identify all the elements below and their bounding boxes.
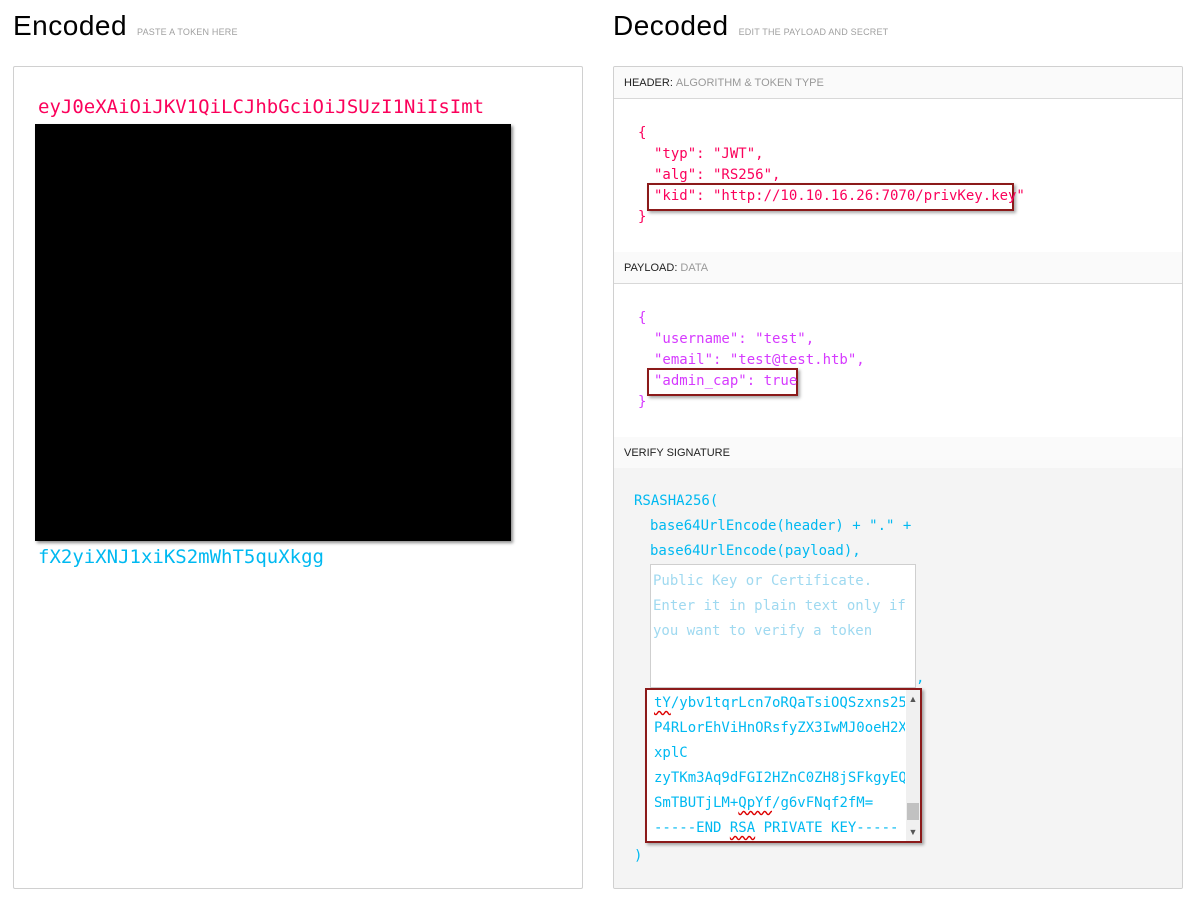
privkey-line: P4RLorEhViHnORsfyZX3IwMJ0oeH2X <box>654 720 905 736</box>
token-header-segment[interactable]: eyJ0eXAiOiJKV1QiLCJhbGciOiJSUzI1NiIsImt <box>38 96 484 118</box>
header-json-editor[interactable]: { "typ": "JWT", "alg": "RS256", "kid": "… <box>614 99 1182 253</box>
payload-section-title: PAYLOAD: DATA <box>614 252 1182 284</box>
privkey-line: -----END RSA PRIVATE KEY----- <box>654 820 899 836</box>
encoded-token-editor[interactable]: eyJ0eXAiOiJKV1QiLCJhbGciOiJSUzI1NiIsImt … <box>13 66 583 889</box>
scrollbar-thumb[interactable] <box>907 803 919 820</box>
verify-signature-body: RSASHA256( base64UrlEncode(header) + "."… <box>614 468 1182 888</box>
verify-arg-payload: base64UrlEncode(payload), <box>650 543 861 559</box>
privkey-line: xplC <box>654 745 688 761</box>
header-close-brace: } <box>638 209 647 225</box>
header-kid-line[interactable]: "kid": "http://10.10.16.26:7070/privKey.… <box>654 186 1025 207</box>
verify-function-name: RSASHA256( <box>634 493 719 509</box>
decoded-hint: EDIT THE PAYLOAD AND SECRET <box>738 27 889 37</box>
private-key-text[interactable]: tY/ybv1tqrLcn7oRQaTsiOQSzxns25 P4RLorEhVi… <box>651 691 905 841</box>
verify-close-paren: ) <box>634 848 643 864</box>
payload-label: PAYLOAD: <box>624 262 678 274</box>
verify-section-title: VERIFY SIGNATURE <box>614 437 1182 469</box>
header-label: HEADER: <box>624 77 673 89</box>
payload-open-brace: { <box>638 310 647 326</box>
payload-admin-cap-line[interactable]: "admin_cap": true <box>654 371 797 392</box>
decoded-title-group: Decoded EDIT THE PAYLOAD AND SECRET <box>613 10 888 42</box>
scroll-up-arrow-icon[interactable]: ▲ <box>906 692 920 706</box>
payload-username-line[interactable]: "username": "test", <box>654 329 814 350</box>
privkey-line-rest: /ybv1tqrLcn7oRQaTsiOQSzxns25 <box>670 695 905 711</box>
privkey-line: tY/ybv1tqrLcn7oRQaTsiOQSzxns25 <box>654 691 905 716</box>
public-key-input[interactable] <box>650 564 916 688</box>
decoded-title: Decoded <box>613 10 729 41</box>
payload-json-editor[interactable]: { "username": "test", "email": "test@tes… <box>614 284 1182 438</box>
encoded-hint: PASTE A TOKEN HERE <box>137 27 238 37</box>
private-key-scrollbar[interactable]: ▲ ▼ <box>906 690 920 841</box>
verify-arg-header: base64UrlEncode(header) + "." + <box>650 518 912 534</box>
privkey-line-start: tY <box>654 695 671 711</box>
encoded-title-group: Encoded PASTE A TOKEN HERE <box>13 10 238 42</box>
header-typ-line[interactable]: "typ": "JWT", <box>654 144 764 165</box>
decoded-panel: HEADER: ALGORITHM & TOKEN TYPE { "typ": "… <box>613 66 1183 889</box>
token-signature-segment[interactable]: fX2yiXNJ1xiKS2mWhT5quXkgg <box>38 546 324 568</box>
privkey-line: zyTKm3Aq9dFGI2HZnC0ZH8jSFkgyEQ <box>654 770 905 786</box>
payload-close-brace: } <box>638 394 647 410</box>
header-section-title: HEADER: ALGORITHM & TOKEN TYPE <box>614 67 1182 99</box>
verify-label: VERIFY SIGNATURE <box>624 447 730 459</box>
payload-sublabel: DATA <box>680 262 709 274</box>
redacted-token-block <box>35 124 511 541</box>
header-sublabel: ALGORITHM & TOKEN TYPE <box>675 77 824 89</box>
encoded-title: Encoded <box>13 10 128 41</box>
private-key-input[interactable]: tY/ybv1tqrLcn7oRQaTsiOQSzxns25 P4RLorEhVi… <box>645 688 922 843</box>
header-open-brace: { <box>638 125 647 141</box>
scroll-down-arrow-icon[interactable]: ▼ <box>906 825 920 839</box>
privkey-line: SmTBUTjLM+QpYf/g6vFNqf2fM= <box>654 795 874 811</box>
